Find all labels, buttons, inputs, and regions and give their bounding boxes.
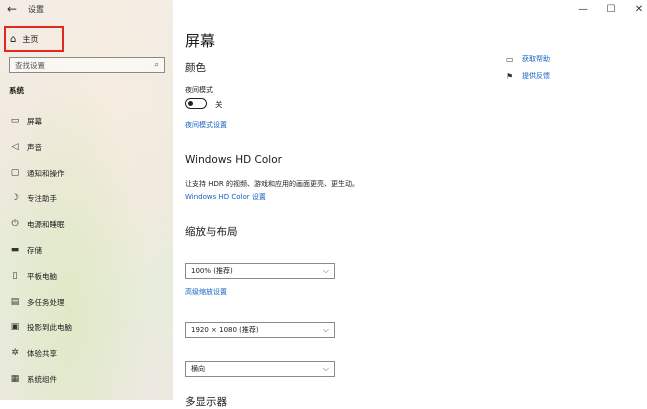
multiple-displays-heading: 多显示器	[185, 396, 227, 408]
night-mode-label: 夜间模式	[185, 86, 213, 94]
get-help-label: 获取帮助	[522, 55, 550, 63]
sidebar-item-focus-assist[interactable]: ☽ 专注助手	[0, 188, 173, 208]
sidebar-item-label: 通知和操作	[27, 168, 65, 178]
sidebar-item-label: 平板电脑	[27, 271, 57, 281]
sidebar-item-label: 系统组件	[27, 374, 57, 384]
night-mode-toggle[interactable]	[185, 98, 207, 109]
resolution-value: 1920 × 1080 (推荐)	[191, 326, 259, 334]
main-content: 屏幕 颜色 夜间模式 关 夜间模式设置 Windows HD Color 让支持…	[173, 0, 647, 408]
sidebar: ⌂ 主页 ⌕ 系统 ▭ 屏幕 ◁ 声音 ▢ 通知和操作 ☽ 专注助手 ⏻ 电源和…	[0, 0, 173, 400]
share-icon: ✲	[11, 348, 19, 358]
sidebar-item-power[interactable]: ⏻ 电源和睡眠	[0, 214, 173, 234]
tablet-icon: ▯	[12, 271, 18, 281]
sidebar-item-label: 存储	[27, 245, 42, 255]
scale-dropdown[interactable]: 100% (推荐) ⌵	[185, 263, 335, 279]
sidebar-item-system-components[interactable]: ▦ 系统组件	[0, 369, 173, 389]
title-bar: ← 设置	[0, 0, 647, 18]
moon-icon: ☽	[10, 193, 20, 203]
sidebar-item-label: 体验共享	[27, 348, 57, 358]
notification-icon: ▢	[10, 168, 20, 178]
sidebar-item-sound[interactable]: ◁ 声音	[0, 137, 173, 157]
chat-help-icon: ▭	[506, 54, 514, 64]
sidebar-item-label: 声音	[27, 142, 42, 152]
components-icon: ▦	[10, 374, 20, 384]
multitask-icon: ▤	[10, 297, 20, 307]
orientation-value: 横向	[191, 365, 205, 373]
sidebar-item-label: 电源和睡眠	[27, 219, 65, 229]
hdr-description: 让支持 HDR 的视频、游戏和应用的画面更亮、更生动。	[185, 180, 359, 188]
feedback-icon: ⚑	[506, 71, 514, 81]
sidebar-item-storage[interactable]: ▬ 存储	[0, 240, 173, 260]
section-label: 系统	[9, 86, 24, 95]
project-icon: ▣	[10, 322, 20, 332]
chevron-down-icon: ⌵	[322, 364, 329, 373]
home-label: 主页	[22, 34, 39, 44]
scale-layout-heading: 缩放与布局	[185, 226, 238, 238]
home-icon: ⌂	[10, 33, 17, 45]
hdr-heading: Windows HD Color	[185, 154, 282, 166]
search-icon[interactable]: ⌕	[155, 60, 159, 70]
sidebar-item-label: 屏幕	[27, 116, 42, 126]
sidebar-item-notifications[interactable]: ▢ 通知和操作	[0, 163, 173, 183]
sidebar-item-multitasking[interactable]: ▤ 多任务处理	[0, 292, 173, 312]
sidebar-item-tablet[interactable]: ▯ 平板电脑	[0, 266, 173, 286]
app-title: 设置	[28, 4, 44, 14]
night-mode-settings-link[interactable]: 夜间模式设置	[185, 120, 227, 130]
chevron-down-icon: ⌵	[322, 266, 329, 275]
speaker-icon: ◁	[11, 142, 19, 152]
sidebar-item-label: 多任务处理	[27, 297, 65, 307]
sidebar-item-label: 专注助手	[27, 193, 57, 203]
feedback-label: 提供反馈	[522, 72, 550, 80]
sidebar-item-display[interactable]: ▭ 屏幕	[0, 111, 173, 131]
advanced-scaling-link[interactable]: 高级缩放设置	[185, 287, 227, 297]
sidebar-item-projecting[interactable]: ▣ 投影到此电脑	[0, 317, 173, 337]
search-box[interactable]: ⌕	[9, 57, 165, 73]
resolution-dropdown[interactable]: 1920 × 1080 (推荐) ⌵	[185, 322, 335, 338]
orientation-dropdown[interactable]: 横向 ⌵	[185, 361, 335, 377]
hdr-settings-link[interactable]: Windows HD Color 设置	[185, 192, 266, 202]
power-icon: ⏻	[11, 219, 19, 229]
sidebar-item-label: 投影到此电脑	[27, 322, 72, 332]
color-heading: 颜色	[185, 62, 206, 74]
sidebar-item-shared-experiences[interactable]: ✲ 体验共享	[0, 343, 173, 363]
chevron-down-icon: ⌵	[322, 325, 329, 334]
feedback-link[interactable]: ⚑ 提供反馈	[506, 71, 550, 81]
monitor-icon: ▭	[10, 116, 20, 126]
sidebar-home-button[interactable]: ⌂ 主页	[4, 26, 64, 52]
get-help-link[interactable]: ▭ 获取帮助	[506, 54, 550, 64]
scale-value: 100% (推荐)	[191, 267, 233, 275]
back-arrow-icon[interactable]: ←	[0, 0, 24, 18]
page-title: 屏幕	[185, 32, 216, 50]
search-input[interactable]	[15, 60, 135, 70]
storage-icon: ▬	[10, 245, 20, 255]
night-mode-toggle-state: 关	[215, 100, 223, 109]
